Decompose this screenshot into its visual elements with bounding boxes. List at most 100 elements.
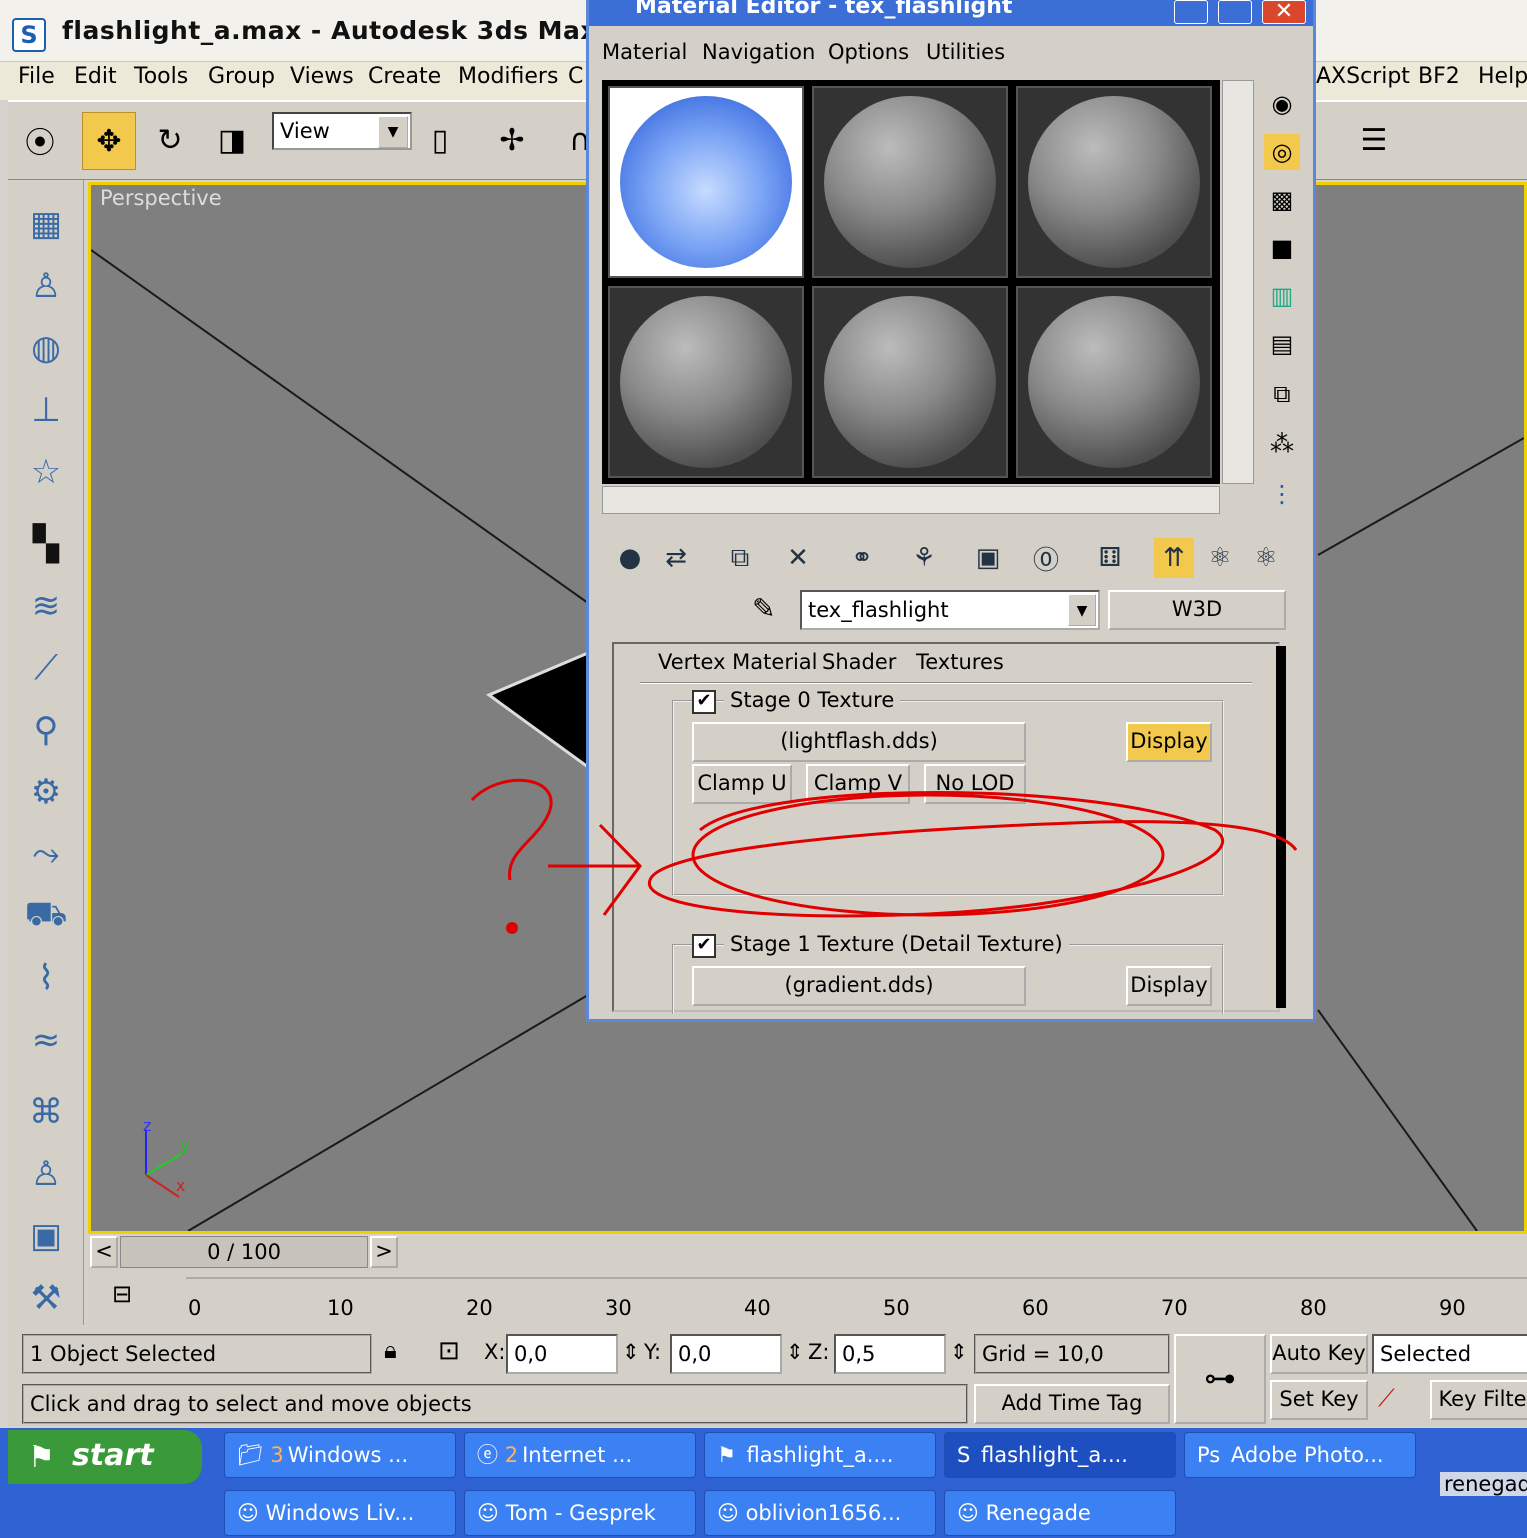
water-icon[interactable]: ≈ bbox=[20, 1014, 72, 1066]
put-to-library-icon[interactable]: ⚘ bbox=[904, 538, 944, 578]
biped-icon[interactable]: ♙ bbox=[20, 1148, 72, 1200]
uv-tiling-icon[interactable]: ■ bbox=[1264, 230, 1300, 266]
absolute-mode-icon[interactable]: ⊡ bbox=[438, 1336, 460, 1366]
taskbar-button[interactable]: ☺ Renegade bbox=[944, 1490, 1176, 1536]
stage1-display-button[interactable]: Display bbox=[1126, 966, 1212, 1006]
bend-icon[interactable]: ⤳ bbox=[20, 828, 72, 880]
taskbar-button[interactable]: S flashlight_a.... bbox=[944, 1432, 1176, 1478]
car-icon[interactable]: ⛟ bbox=[20, 890, 72, 942]
slots-horizontal-scrollbar[interactable] bbox=[602, 486, 1220, 514]
cloth-sim-icon[interactable]: ⌇ bbox=[20, 952, 72, 1004]
sample-slot-active[interactable] bbox=[608, 86, 804, 278]
scale-tool-icon[interactable]: ◨ bbox=[206, 112, 258, 168]
key-mode-select[interactable]: Selected bbox=[1372, 1334, 1527, 1374]
next-frame-button[interactable]: > bbox=[370, 1236, 398, 1268]
tube-icon[interactable]: ⟋ bbox=[20, 642, 72, 694]
me-menu-options[interactable]: Options bbox=[828, 40, 909, 64]
sample-slot[interactable] bbox=[812, 286, 1008, 478]
sample-slot[interactable] bbox=[1016, 86, 1212, 278]
channel-id-icon[interactable]: ⓪ bbox=[1026, 538, 1066, 578]
sample-slot[interactable] bbox=[1016, 286, 1212, 478]
menu-create[interactable]: Create bbox=[368, 64, 441, 89]
magnifier-icon[interactable]: ⚲ bbox=[20, 704, 72, 756]
rotate-tool-icon[interactable]: ↻ bbox=[144, 112, 196, 168]
menu-modifiers[interactable]: Modifiers bbox=[458, 64, 558, 89]
menu-edit[interactable]: Edit bbox=[74, 64, 117, 89]
stage0-map-button[interactable]: (lightflash.dds) bbox=[692, 722, 1026, 762]
show-end-result-icon[interactable]: ⇈ bbox=[1154, 538, 1194, 578]
select-manipulate-icon[interactable]: ✢ bbox=[486, 112, 538, 168]
menu-bf2[interactable]: BF2 bbox=[1418, 64, 1460, 89]
menu-axscript[interactable]: AXScript bbox=[1316, 64, 1410, 89]
menu-tools[interactable]: Tools bbox=[134, 64, 188, 89]
video-color-check-icon[interactable]: ▥ bbox=[1264, 278, 1300, 314]
key-filters-button[interactable]: Key Filte bbox=[1430, 1380, 1527, 1420]
assign-to-selection-icon[interactable]: ⧉ bbox=[720, 538, 760, 578]
stage1-checkbox[interactable]: ✔ bbox=[692, 934, 716, 958]
clamp-u-button[interactable]: Clamp U bbox=[692, 764, 792, 804]
tab-vertex-material[interactable]: Vertex Material bbox=[658, 650, 818, 674]
z-spinner-icon[interactable]: ⇕ bbox=[950, 1340, 968, 1364]
add-time-tag-button[interactable]: Add Time Tag bbox=[974, 1384, 1170, 1424]
create-geometry-icon[interactable]: ▦ bbox=[20, 198, 72, 250]
tab-textures[interactable]: Textures bbox=[916, 650, 1004, 674]
menu-file[interactable]: File bbox=[18, 64, 55, 89]
slots-vertical-scrollbar[interactable] bbox=[1222, 80, 1254, 484]
y-spinner-icon[interactable]: ⇕ bbox=[786, 1340, 804, 1364]
taskbar-button[interactable]: ☺ Windows Liv... bbox=[224, 1490, 456, 1536]
move-tool-icon[interactable]: ✥ bbox=[82, 112, 136, 170]
key-curve-icon[interactable]: ⟋ bbox=[1378, 1384, 1395, 1412]
sphere-icon[interactable]: ◍ bbox=[20, 322, 72, 374]
menu-views[interactable]: Views bbox=[290, 64, 354, 89]
close-icon[interactable]: ✕ bbox=[1262, 0, 1306, 24]
show-map-icon[interactable]: ⚅ bbox=[1090, 538, 1130, 578]
tools-icon[interactable]: ⚒ bbox=[20, 1272, 72, 1324]
delete-icon[interactable]: ✕ bbox=[778, 538, 818, 578]
layers-icon[interactable]: ☰ bbox=[1348, 112, 1400, 168]
layers-stack-icon[interactable]: ≋ bbox=[20, 580, 72, 632]
material-name-input[interactable]: tex_flashlight bbox=[800, 590, 1100, 630]
taskbar-button[interactable]: ☺ oblivion1656... bbox=[704, 1490, 936, 1536]
select-by-material-icon[interactable]: ⁂ bbox=[1264, 426, 1300, 462]
tab-shader[interactable]: Shader bbox=[822, 650, 896, 674]
sample-type-icon[interactable]: ◉ bbox=[1264, 86, 1300, 122]
prev-frame-button[interactable]: < bbox=[90, 1236, 118, 1268]
menu-help[interactable]: Help bbox=[1478, 64, 1527, 89]
minimize-button[interactable] bbox=[1174, 0, 1208, 24]
key-icon[interactable]: ⊶ bbox=[1174, 1334, 1266, 1424]
chevron-down-icon[interactable]: ▼ bbox=[1068, 594, 1096, 626]
make-preview-icon[interactable]: ▤ bbox=[1264, 326, 1300, 362]
menu-group[interactable]: Group bbox=[208, 64, 275, 89]
make-unique-icon[interactable]: ⚭ bbox=[842, 538, 882, 578]
taskbar-button[interactable]: ⓔ 2 Internet ... bbox=[464, 1432, 696, 1478]
stage0-checkbox[interactable]: ✔ bbox=[692, 690, 716, 714]
background-checker-icon[interactable]: ▩ bbox=[1264, 182, 1300, 218]
sample-slot[interactable] bbox=[812, 86, 1008, 278]
x-spinner-icon[interactable]: ⇕ bbox=[622, 1340, 640, 1364]
taskbar-button[interactable]: Ps Adobe Photo... bbox=[1184, 1432, 1416, 1478]
put-to-scene-icon[interactable]: ⇄ bbox=[656, 538, 696, 578]
time-slider[interactable]: 0 / 100 bbox=[120, 1236, 368, 1268]
gear-icon[interactable]: ⚙ bbox=[20, 766, 72, 818]
z-coordinate-input[interactable]: 0,5 bbox=[834, 1334, 946, 1374]
checker-icon[interactable]: ▚ bbox=[20, 518, 72, 570]
track-bar-icon[interactable]: ⊟ bbox=[112, 1280, 132, 1308]
maximize-button[interactable] bbox=[1218, 0, 1252, 24]
panel-icon[interactable]: ▣ bbox=[20, 1210, 72, 1262]
options-icon[interactable]: ⧉ bbox=[1264, 376, 1300, 412]
star-icon[interactable]: ☆ bbox=[20, 446, 72, 498]
pivot-center-icon[interactable]: ▯ bbox=[414, 112, 466, 168]
reference-coordinate-select[interactable]: View ▼ bbox=[272, 112, 412, 150]
knot-icon[interactable]: ⌘ bbox=[20, 1086, 72, 1138]
material-type-button[interactable]: W3D bbox=[1108, 590, 1286, 630]
taskbar-button[interactable]: ☺ Tom - Gesprek bbox=[464, 1490, 696, 1536]
select-link-icon[interactable]: ⦿ bbox=[14, 112, 66, 168]
stage0-display-button[interactable]: Display bbox=[1126, 722, 1212, 762]
set-key-button[interactable]: Set Key bbox=[1270, 1380, 1368, 1420]
material-navigator-icon[interactable]: ⋮ bbox=[1264, 476, 1300, 512]
menu-character[interactable]: C bbox=[568, 64, 583, 89]
eyedropper-icon[interactable]: ✎ bbox=[752, 592, 775, 625]
taskbar-button[interactable]: 📁︎ 3 Windows ... bbox=[224, 1432, 456, 1478]
taskbar-button[interactable]: ⚑ flashlight_a.... bbox=[704, 1432, 936, 1478]
go-to-parent-icon[interactable]: ⚛ bbox=[1200, 538, 1240, 578]
